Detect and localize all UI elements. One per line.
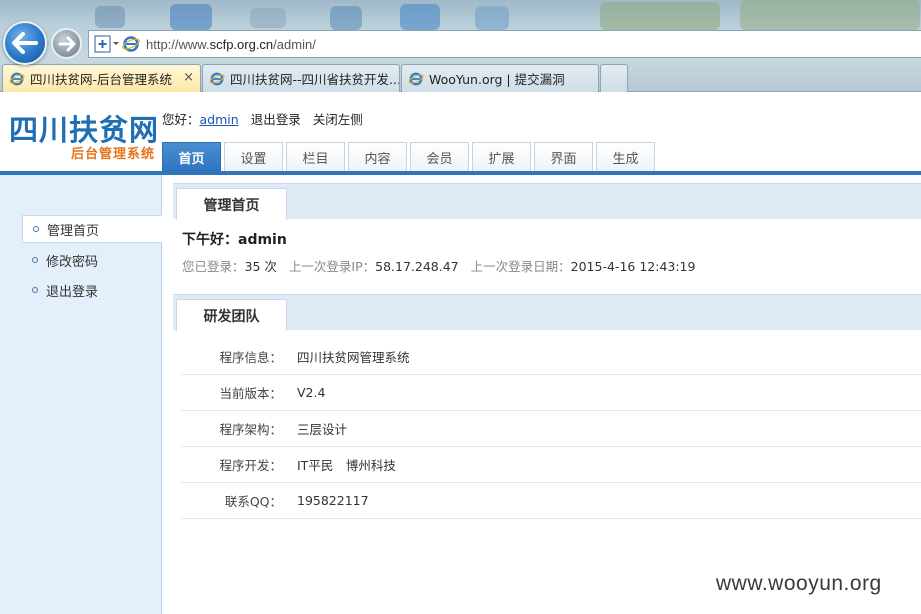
address-bar[interactable]: http://www.scfp.org.cn/admin/ [88, 30, 921, 58]
row-key: 当前版本： [219, 386, 282, 401]
row-value: 195822117 [297, 493, 369, 508]
back-button[interactable] [3, 21, 47, 65]
tab-columns[interactable]: 栏目 [286, 142, 345, 171]
user-bar: 您好：admin 退出登录 关闭左侧 [162, 109, 363, 128]
row-key: 程序架构： [219, 422, 282, 437]
plus-square-icon [94, 35, 119, 53]
close-left-link[interactable]: 关闭左侧 [313, 109, 363, 128]
table-row: 当前版本： V2.4 [181, 375, 921, 411]
greeting-text: 下午好：admin [182, 232, 287, 248]
browser-tab-wooyun[interactable]: WooYun.org | 提交漏洞 [401, 64, 599, 92]
tab-extensions[interactable]: 扩展 [472, 142, 531, 171]
arrow-left-icon [12, 32, 38, 54]
bullet-icon [33, 226, 39, 232]
logo-subtitle: 后台管理系统 [71, 147, 156, 162]
admin-page: 四川扶贫网 后台管理系统 您好：admin 退出登录 关闭左侧 首页 设置 栏目… [0, 93, 921, 614]
last-ip-label: 上一次登录IP： [288, 259, 376, 274]
table-row: 程序架构： 三层设计 [181, 411, 921, 447]
row-key: 程序开发： [219, 458, 282, 473]
address-url[interactable]: http://www.scfp.org.cn/admin/ [146, 37, 316, 52]
tab-interface[interactable]: 界面 [534, 142, 593, 171]
ie-icon [9, 72, 25, 85]
greeting-label: 您好： [162, 112, 200, 127]
login-count-label: 您已登录： [182, 259, 245, 274]
compat-view-button[interactable] [92, 33, 120, 55]
tab-members[interactable]: 会员 [410, 142, 469, 171]
table-row: 联系QQ： 195822117 [181, 483, 921, 519]
row-value: 三层设计 [297, 422, 348, 437]
main-nav: 首页 设置 栏目 内容 会员 扩展 界面 生成 [162, 142, 655, 171]
section-title: 研发团队 [176, 299, 287, 331]
last-date-label: 上一次登录日期： [470, 259, 571, 274]
sidebar: 管理首页 修改密码 退出登录 [0, 175, 162, 614]
close-tab-icon[interactable]: × [183, 70, 194, 85]
tab-home[interactable]: 首页 [162, 142, 221, 171]
row-value: V2.4 [297, 385, 326, 400]
last-ip: 58.17.248.47 [375, 259, 459, 274]
home-section: 管理首页 下午好：admin 您已登录：35 次上一次登录IP：58.17.24… [173, 183, 921, 274]
browser-tab-home[interactable]: 四川扶贫网--四川省扶贫开发... [202, 64, 400, 92]
bullet-icon [32, 287, 38, 293]
login-count: 35 次 [244, 259, 277, 274]
team-section: 研发团队 [173, 294, 921, 331]
ie-page-icon [122, 36, 140, 52]
new-tab-button[interactable] [600, 64, 628, 92]
row-key: 联系QQ： [224, 494, 282, 509]
section-header: 研发团队 [173, 294, 921, 331]
sidebar-item-admin-home[interactable]: 管理首页 [22, 215, 162, 243]
row-key: 程序信息： [219, 350, 282, 365]
tab-generate[interactable]: 生成 [596, 142, 655, 171]
browser-tab-label: 四川扶贫网-后台管理系统 [30, 72, 173, 87]
table-row: 程序信息： 四川扶贫网管理系统 [181, 339, 921, 375]
sidebar-item-label: 修改密码 [46, 254, 99, 270]
team-info-table: 程序信息： 四川扶贫网管理系统 当前版本： V2.4 程序架构： 三层设计 程序… [181, 339, 921, 519]
watermark: www.wooyun.org [716, 572, 882, 595]
row-value: 四川扶贫网管理系统 [297, 350, 410, 365]
forward-button[interactable] [51, 28, 82, 59]
section-header: 管理首页 [173, 183, 921, 220]
sidebar-item-label: 退出登录 [46, 284, 99, 300]
table-row: 程序开发： IT平民 博州科技 [181, 447, 921, 483]
browser-tab-label: 四川扶贫网--四川省扶贫开发... [230, 72, 400, 87]
tab-content[interactable]: 内容 [348, 142, 407, 171]
ie-icon [209, 72, 225, 85]
section-title: 管理首页 [176, 188, 287, 220]
sidebar-item-label: 管理首页 [47, 223, 100, 239]
sidebar-item-change-password[interactable]: 修改密码 [22, 246, 162, 274]
bullet-icon [32, 257, 38, 263]
browser-tab-label: WooYun.org | 提交漏洞 [429, 72, 565, 87]
browser-tab-admin[interactable]: 四川扶贫网-后台管理系统 × [2, 64, 201, 92]
arrow-right-icon [58, 36, 75, 51]
tab-settings[interactable]: 设置 [224, 142, 283, 171]
last-date: 2015-4-16 12:43:19 [570, 259, 696, 274]
browser-tab-strip: 四川扶贫网-后台管理系统 × 四川扶贫网--四川省扶贫开发... WooYun.… [0, 62, 921, 92]
row-value: IT平民 博州科技 [297, 458, 396, 473]
username-link[interactable]: admin [200, 112, 239, 127]
sidebar-item-logout[interactable]: 退出登录 [22, 276, 162, 304]
login-stats: 您已登录：35 次上一次登录IP：58.17.248.47 上一次登录日期：201… [182, 256, 695, 275]
ie-icon [408, 72, 424, 85]
logout-link[interactable]: 退出登录 [251, 109, 301, 128]
